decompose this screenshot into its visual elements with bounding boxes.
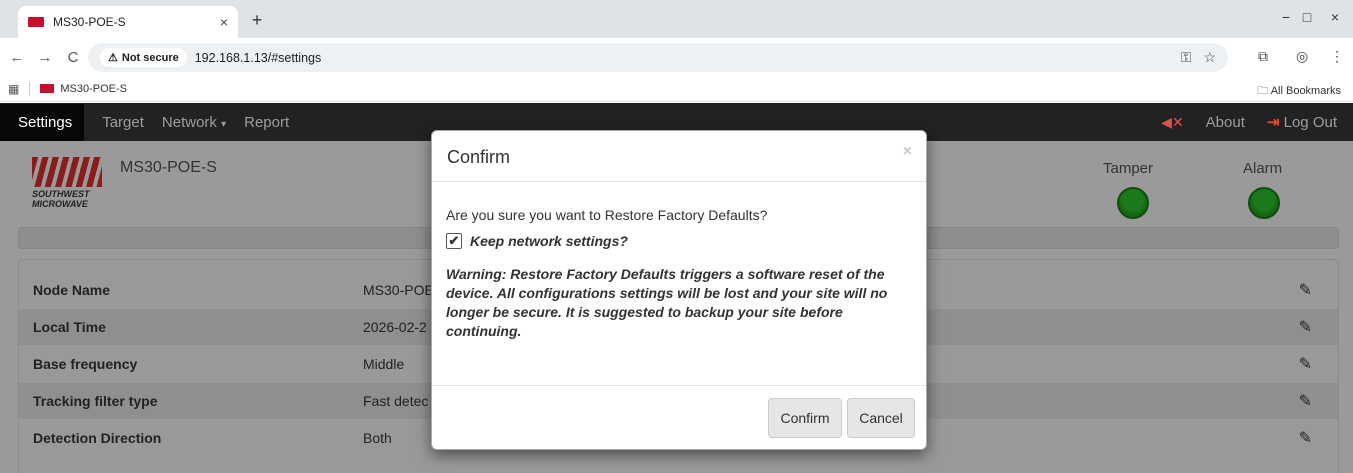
mute-icon[interactable]: ◀✕: [1161, 114, 1184, 131]
edit-pencil-icon[interactable]: ✎: [1299, 391, 1312, 411]
security-chip[interactable]: ⚠ Not secure: [100, 48, 187, 67]
nav-report[interactable]: Report: [244, 114, 289, 131]
nav-network[interactable]: Network ▾: [162, 114, 226, 131]
all-bookmarks-button[interactable]: 🗀 All Bookmarks: [1257, 82, 1341, 101]
alarm-led-icon: [1248, 187, 1280, 219]
confirm-button[interactable]: Confirm: [768, 398, 842, 438]
warning-text: Warning: Restore Factory Defaults trigge…: [446, 266, 888, 339]
logout-icon: ⇥: [1266, 114, 1280, 131]
all-bookmarks-label: All Bookmarks: [1270, 85, 1341, 97]
maximize-icon[interactable]: □: [1297, 9, 1317, 25]
row-label: Detection Direction: [33, 430, 162, 446]
device-name: MS30-POE-S: [120, 159, 217, 176]
edit-pencil-icon[interactable]: ✎: [1299, 280, 1312, 300]
password-key-icon[interactable]: ⚿: [1181, 49, 1192, 66]
logo-line1: SOUTHWEST: [32, 189, 90, 199]
row-value: Both: [363, 430, 392, 446]
site-favicon-icon: [28, 17, 44, 27]
company-logo: SOUTHWEST MICROWAVE: [32, 157, 102, 209]
keep-network-option[interactable]: ✔ Keep network settings?: [446, 233, 912, 249]
edit-pencil-icon[interactable]: ✎: [1299, 428, 1312, 448]
tab-title: MS30-POE-S: [53, 15, 126, 29]
nav-target[interactable]: Target: [102, 114, 144, 131]
tab-close-icon[interactable]: ×: [220, 14, 228, 30]
bookmarks-divider: [29, 81, 31, 96]
menu-kebab-icon[interactable]: ⋮: [1330, 48, 1344, 65]
cancel-button[interactable]: Cancel: [847, 398, 915, 438]
row-label: Node Name: [33, 282, 111, 298]
row-value: Middle: [363, 356, 405, 372]
dialog-title: Confirm: [447, 147, 511, 167]
browser-tab[interactable]: MS30-POE-S ×: [18, 6, 238, 38]
profile-icon[interactable]: ◎: [1296, 48, 1308, 65]
dialog-footer: Confirm Cancel: [432, 386, 926, 450]
edit-pencil-icon[interactable]: ✎: [1299, 354, 1312, 374]
logo-line2: MICROWAVE: [32, 199, 88, 209]
row-value: 2026-02-2: [363, 319, 427, 335]
not-secure-label: Not secure: [121, 51, 179, 64]
forward-icon[interactable]: →: [34, 49, 56, 66]
new-tab-button[interactable]: +: [245, 8, 269, 32]
logout-label: Log Out: [1283, 114, 1337, 131]
keep-network-checkbox[interactable]: ✔: [446, 233, 462, 249]
bookmarks-bar: ▦ MS30-POE-S 🗀 All Bookmarks: [0, 76, 1353, 102]
row-label: Base frequency: [33, 356, 138, 372]
nav-about[interactable]: About: [1206, 114, 1245, 131]
dialog-question: Are you sure you want to Restore Factory…: [446, 207, 768, 223]
warning-icon: ⚠: [108, 52, 118, 64]
window-close-icon[interactable]: ×: [1325, 9, 1345, 25]
row-value: Fast detec: [363, 393, 429, 409]
url-text: 192.168.1.13/#settings: [194, 50, 322, 65]
browser-tabstrip: MS30-POE-S × + − □ ×: [0, 0, 1353, 38]
tab-search-icon[interactable]: ⧉: [1258, 48, 1268, 65]
dialog-body: Are you sure you want to Restore Factory…: [432, 182, 926, 386]
apps-grid-icon[interactable]: ▦: [8, 82, 19, 96]
bookmark-item[interactable]: MS30-POE-S: [60, 83, 127, 95]
edit-pencil-icon[interactable]: ✎: [1299, 317, 1312, 337]
nav-logout[interactable]: ⇥ Log Out: [1267, 113, 1337, 131]
back-icon[interactable]: ←: [6, 49, 28, 66]
dialog-close-icon[interactable]: ×: [903, 143, 912, 161]
dialog-header: Confirm ×: [432, 131, 926, 182]
caret-down-icon: ▾: [221, 118, 227, 130]
tamper-led-icon: [1117, 187, 1149, 219]
bookmark-star-icon[interactable]: ☆: [1203, 49, 1216, 66]
folder-icon: 🗀: [1257, 85, 1269, 97]
bookmark-favicon-icon: [40, 84, 55, 93]
confirm-dialog: Confirm × Are you sure you want to Resto…: [431, 130, 927, 450]
browser-toolbar: ← → C ⚠ Not secure 192.168.1.13/#setting…: [0, 38, 1353, 76]
minimize-icon[interactable]: −: [1276, 9, 1296, 25]
nav-settings[interactable]: Settings: [0, 103, 85, 141]
address-bar[interactable]: ⚠ Not secure 192.168.1.13/#settings ⚿ ☆: [88, 43, 1228, 72]
row-label: Tracking filter type: [33, 393, 158, 409]
tamper-label: Tamper: [1103, 160, 1154, 177]
logo-mark-icon: [32, 157, 102, 187]
logo-text: SOUTHWEST MICROWAVE: [32, 189, 102, 209]
nav-network-label: Network: [161, 113, 217, 131]
keep-network-label: Keep network settings?: [470, 233, 628, 249]
reload-icon[interactable]: C: [62, 49, 84, 66]
row-label: Local Time: [33, 319, 106, 335]
alarm-label: Alarm: [1243, 160, 1283, 177]
